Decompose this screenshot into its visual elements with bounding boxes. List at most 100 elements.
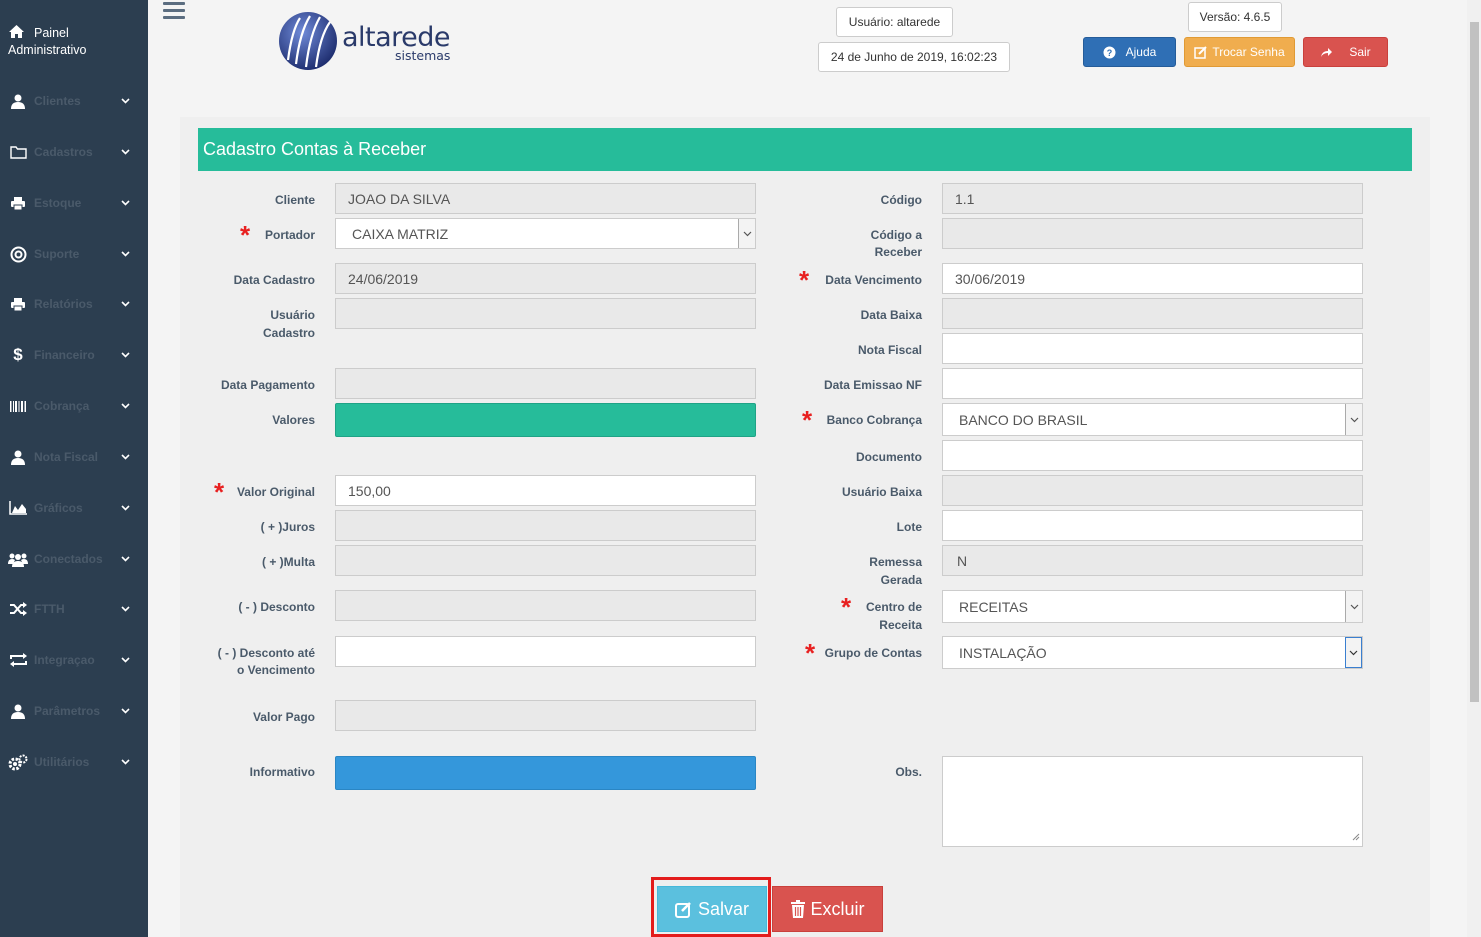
menu-toggle-icon[interactable] [163,2,185,20]
trash-icon [790,899,806,919]
sidebar-item-estoque[interactable]: Estoque [0,185,148,221]
help-button[interactable]: ? Ajuda [1083,37,1176,67]
informativo-label: Informativo [249,765,315,779]
nota-fiscal-field[interactable] [942,333,1363,364]
sidebar-item-cadastros[interactable]: Cadastros [0,134,148,170]
valores-label: Valores [272,413,315,427]
data-cadastro-field[interactable]: 24/06/2019 [335,263,756,294]
sidebar-item-parametros[interactable]: Parâmetros [0,693,148,729]
dollar-icon: $ [13,345,23,364]
juros-field[interactable] [335,510,756,541]
nota-fiscal-label: Nota Fiscal [857,343,922,357]
sidebar-item-ftth[interactable]: FTTH [0,591,148,627]
sidebar-item-label: Relatórios [34,297,93,311]
chevron-down-icon [118,552,132,566]
sidebar-item-nota-fiscal[interactable]: Nota Fiscal [0,439,148,475]
version-badge: Versão: 4.6.5 [1188,2,1282,32]
user-icon [8,702,28,720]
usuario-cadastro-label-1: Usuário [270,308,315,322]
chevron-down-icon [118,94,132,108]
centro-receita-select[interactable]: RECEITAS [942,590,1363,623]
sidebar-item-clientes[interactable]: Clientes [0,83,148,119]
grupo-contas-label: Grupo de Contas [824,646,922,660]
sidebar-item-conectados[interactable]: Conectados [0,541,148,577]
change-password-button[interactable]: Trocar Senha [1184,37,1295,67]
grupo-contas-select[interactable]: INSTALAÇÃO [942,636,1363,669]
codigo-receber-field[interactable] [942,218,1363,249]
form-title: Cadastro Contas à Receber [198,128,1412,171]
documento-field[interactable] [942,440,1363,471]
cliente-field[interactable]: JOAO DA SILVA [335,183,756,214]
barcode-icon [8,397,28,415]
centro-receita-value: RECEITAS [959,598,1028,615]
documento-label: Documento [856,450,922,464]
logout-label: Sair [1349,45,1371,59]
valor-pago-field[interactable] [335,700,756,731]
chevron-down-icon [118,348,132,362]
logout-button[interactable]: Sair [1303,37,1388,67]
multa-field[interactable] [335,545,756,576]
informativo-section-bar [335,756,756,790]
sidebar-item-integracao[interactable]: Integraçao [0,642,148,678]
sidebar-item-label: Gráficos [34,501,83,515]
chevron-down-icon [1345,637,1362,668]
chevron-down-icon [1345,404,1362,435]
sidebar-item-label: Nota Fiscal [34,450,99,464]
sidebar-item-label: Integraçao [34,653,95,667]
resize-handle-icon[interactable] [1352,828,1360,844]
usuario-baixa-field[interactable] [942,475,1363,506]
scrollbar-thumb[interactable] [1470,22,1479,702]
sidebar-item-cobranca[interactable]: Cobrança [0,388,148,424]
sidebar-item-label: Cobrança [34,399,90,413]
data-baixa-field[interactable] [942,298,1363,329]
desconto-label: ( - ) Desconto [238,600,315,614]
data-cadastro-label: Data Cadastro [233,273,315,287]
desconto-field[interactable] [335,590,756,621]
obs-textarea[interactable] [942,756,1363,847]
sidebar-item-graficos[interactable]: Gráficos [0,490,148,526]
chevron-down-icon [118,501,132,515]
cogs-icon [8,753,28,771]
sidebar-item-financeiro[interactable]: $ Financeiro [0,337,148,373]
desconto-vencimento-label-2: o Vencimento [236,663,315,677]
banco-cobranca-select[interactable]: BANCO DO BRASIL [942,403,1363,436]
sidebar-dashboard-link[interactable]: Painel Administrativo [0,20,148,64]
remessa-gerada-field[interactable]: N [942,545,1363,576]
desconto-vencimento-field[interactable] [335,636,756,667]
codigo-field[interactable]: 1.1 [942,183,1363,214]
folder-icon [8,143,28,161]
edit-icon [674,901,692,918]
codigo-receber-label-1: Código a [870,228,922,242]
delete-button[interactable]: Excluir [772,886,883,932]
juros-label: ( + )Juros [260,520,315,534]
desconto-vencimento-label-1: ( - ) Desconto até [217,646,315,660]
data-pagamento-field[interactable] [335,368,756,399]
sidebar-item-label: Suporte [34,247,80,261]
usuario-cadastro-field[interactable] [335,298,756,329]
chevron-down-icon [118,145,132,159]
chevron-down-icon [118,247,132,261]
data-emissao-nf-field[interactable] [942,368,1363,399]
sidebar-item-utilitarios[interactable]: Utilitários [0,744,148,780]
logo-subtext: sistemas [395,48,451,63]
portador-select[interactable]: CAIXA MATRIZ [335,218,756,249]
sidebar-item-relatorios[interactable]: Relatórios [0,286,148,322]
sidebar-item-suporte[interactable]: Suporte [0,236,148,272]
cliente-label: Cliente [274,193,315,207]
centro-receita-label-1: Centro de [865,600,922,614]
lote-label: Lote [896,520,922,534]
multa-label: ( + )Multa [262,555,315,569]
sidebar: Painel Administrativo Clientes Cadastros… [0,0,148,937]
codigo-label: Código [880,193,922,207]
data-baixa-label: Data Baixa [860,308,922,322]
page-scrollbar[interactable] [1467,0,1481,937]
save-button[interactable]: Salvar [657,886,767,932]
users-icon [8,550,28,568]
valor-original-field[interactable]: 150,00 [335,475,756,506]
print-icon [8,194,28,212]
lote-field[interactable] [942,510,1363,541]
data-vencimento-field[interactable]: 30/06/2019 [942,263,1363,294]
user-icon [8,448,28,466]
sidebar-item-label: FTTH [34,602,65,616]
save-label: Salvar [697,898,750,919]
